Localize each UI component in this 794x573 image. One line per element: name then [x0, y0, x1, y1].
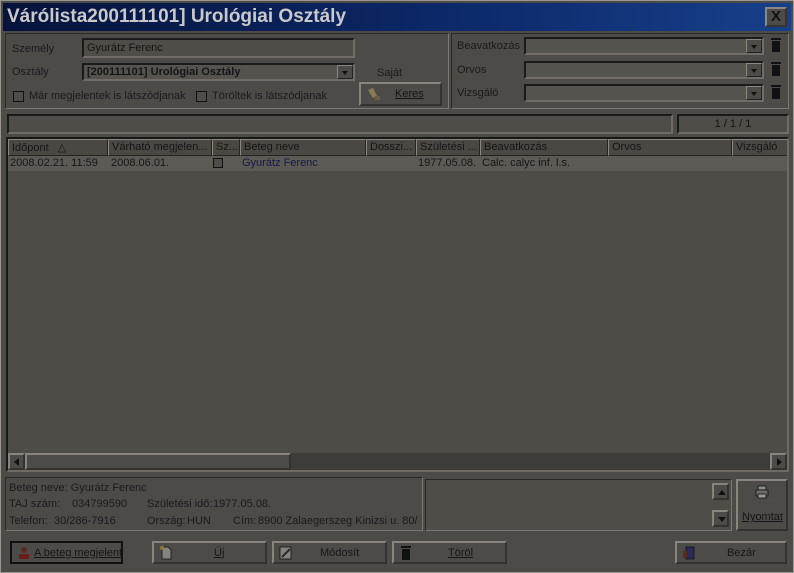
close-button-label: Bezár	[727, 546, 756, 559]
title-bar[interactable]: Várólista200111101] Urológiai Osztály X	[3, 3, 791, 31]
chevron-down-icon[interactable]	[746, 63, 762, 77]
cell-patient: Gyurátz Ferenc	[242, 157, 318, 169]
cell-time: 2008.02.21. 11:59	[10, 157, 98, 169]
printer-icon	[755, 485, 769, 499]
table-row[interactable]: 2008.02.21. 11:59 2008.06.01. Gyurátz Fe…	[8, 156, 787, 171]
clear-intervention-trash-icon[interactable]	[770, 38, 782, 53]
window-title: Várólista200111101] Urológiai Osztály	[7, 6, 347, 27]
department-select-value: [200111101] Urológiai Osztály	[87, 66, 241, 78]
cell-expected: 2008.06.01.	[111, 157, 170, 169]
new-button-label: Új	[214, 546, 225, 559]
address-value: 8900 Zalaegerszeg Kinizsi u. 80/	[258, 515, 418, 527]
patient-name-line: Beteg neve: Gyurátz Ferenc	[9, 482, 147, 494]
scroll-right-arrow-icon[interactable]	[770, 453, 787, 470]
cell-birth: 1977.05.08.	[418, 157, 477, 169]
show-deleted-label: Töröltek is látszódjanak	[212, 90, 327, 102]
phone-label: Telefon:	[9, 515, 48, 527]
clear-doctor-trash-icon[interactable]	[770, 62, 782, 77]
examiner-label: Vizsgáló	[457, 87, 499, 99]
sort-ascending-icon: △	[57, 142, 67, 154]
department-label: Osztály	[12, 66, 49, 78]
show-deleted-checkbox[interactable]	[196, 91, 207, 102]
column-header-time[interactable]: Időpont △	[8, 139, 108, 156]
waiting-list-window: Várólista200111101] Urológiai Osztály X …	[0, 0, 794, 573]
taj-label: TAJ szám:	[9, 498, 61, 510]
own-label: Saját	[377, 67, 403, 79]
close-button[interactable]: Bezár	[675, 541, 787, 564]
intervention-label: Beavatkozás	[457, 40, 520, 52]
chevron-down-icon[interactable]	[337, 65, 353, 79]
column-header-doctor[interactable]: Orvos	[608, 139, 732, 156]
show-appeared-label: Már megjelentek is látszódjanak	[29, 90, 186, 102]
intervention-select[interactable]	[524, 37, 764, 55]
country-label: Ország:	[147, 515, 186, 527]
cell-intervention: Calc. calyc inf. l.s.	[482, 157, 571, 169]
waiting-list-table[interactable]: Időpont △ Várható megjelen... Sz... Bete…	[6, 137, 789, 472]
progress-field	[7, 114, 673, 134]
edit-document-icon	[279, 546, 292, 560]
pager-indicator: 1 / 1 / 1	[677, 114, 789, 134]
phone-value: 30/286-7916	[54, 515, 116, 527]
person-field[interactable]: Gyurátz Ferenc	[82, 38, 355, 58]
doctor-select[interactable]	[524, 61, 764, 79]
show-appeared-checkbox[interactable]	[13, 91, 24, 102]
scroll-left-arrow-icon[interactable]	[8, 453, 25, 470]
flashlight-icon	[368, 88, 380, 100]
doctor-label: Orvos	[457, 64, 487, 76]
new-document-icon	[160, 546, 172, 560]
notes-box[interactable]	[425, 479, 732, 531]
column-header-time-label: Időpont	[12, 142, 49, 154]
column-header-birth[interactable]: Születési ...	[416, 139, 480, 156]
delete-button-label: Töröl	[448, 546, 474, 559]
print-button-label: Nyomtat	[742, 511, 783, 523]
birth-value: 1977.05.08.	[213, 498, 272, 510]
notes-scroll-up-arrow-icon[interactable]	[712, 483, 729, 500]
delete-button[interactable]: Töröl	[392, 541, 507, 564]
new-button[interactable]: Új	[152, 541, 267, 564]
column-header-patient[interactable]: Beteg neve	[240, 139, 366, 156]
column-header-expected[interactable]: Várható megjelen...	[108, 139, 212, 156]
row-checkbox[interactable]	[213, 158, 223, 168]
column-header-examiner[interactable]: Vizsgáló	[732, 139, 787, 156]
exit-door-icon	[683, 546, 695, 560]
horizontal-scrollbar[interactable]	[8, 453, 787, 470]
trash-icon	[400, 546, 412, 561]
person-label: Személy	[12, 43, 55, 55]
examiner-select[interactable]	[524, 84, 764, 102]
patient-appeared-button[interactable]: A beteg megjelent	[10, 541, 123, 564]
column-header-intervention[interactable]: Beavatkozás	[480, 139, 608, 156]
close-window-button[interactable]: X	[765, 7, 787, 27]
column-header-dossier[interactable]: Dosszi...	[366, 139, 416, 156]
taj-value: 034799590	[72, 498, 128, 510]
modify-button[interactable]: Módosít	[272, 541, 387, 564]
chevron-down-icon[interactable]	[746, 86, 762, 100]
search-button[interactable]: Keres	[359, 82, 442, 106]
notes-scroll-down-arrow-icon[interactable]	[712, 510, 729, 527]
country-value: HUN	[187, 515, 211, 527]
search-button-label: Keres	[395, 88, 424, 100]
address-label: Cím:	[233, 515, 257, 527]
clear-examiner-trash-icon[interactable]	[770, 85, 782, 100]
scrollbar-thumb[interactable]	[25, 453, 291, 470]
patient-appeared-label: A beteg megjelent	[34, 546, 123, 559]
print-button[interactable]: Nyomtat	[736, 479, 788, 531]
person-icon	[19, 547, 29, 559]
modify-button-label: Módosít	[320, 546, 360, 559]
column-header-sz[interactable]: Sz...	[212, 139, 240, 156]
chevron-down-icon[interactable]	[746, 39, 762, 53]
birth-label: Születési idő:	[147, 498, 213, 510]
department-select[interactable]: [200111101] Urológiai Osztály	[82, 63, 355, 81]
